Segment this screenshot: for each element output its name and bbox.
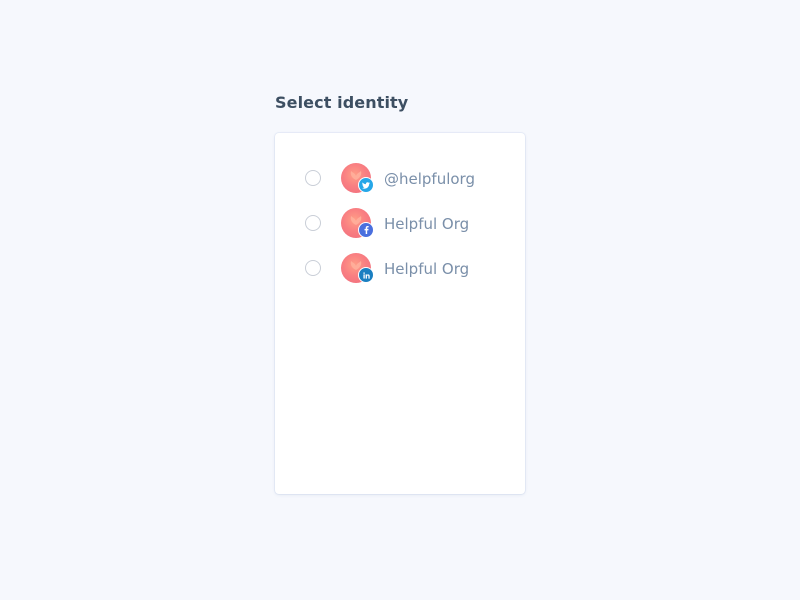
identity-card: @helpfulorg Helpful Org Helpful Org (275, 133, 525, 494)
identity-name: Helpful Org (384, 215, 470, 233)
identity-selector-page: Select identity @helpfulorg Helpful Org … (0, 0, 800, 600)
identity-name: @helpfulorg (384, 170, 475, 188)
identity-option-twitter[interactable]: @helpfulorg (275, 163, 525, 208)
twitter-icon (358, 177, 374, 193)
avatar (341, 163, 374, 193)
identity-option-facebook[interactable]: Helpful Org (275, 208, 525, 253)
identity-name: Helpful Org (384, 260, 470, 278)
identity-option-linkedin[interactable]: Helpful Org (275, 253, 525, 298)
linkedin-icon (358, 267, 374, 283)
radio-button[interactable] (305, 260, 321, 276)
identity-list: @helpfulorg Helpful Org Helpful Org (275, 163, 525, 298)
radio-button[interactable] (305, 215, 321, 231)
avatar (341, 253, 374, 283)
facebook-icon (358, 222, 374, 238)
avatar (341, 208, 374, 238)
page-title: Select identity (275, 93, 409, 112)
radio-button[interactable] (305, 170, 321, 186)
